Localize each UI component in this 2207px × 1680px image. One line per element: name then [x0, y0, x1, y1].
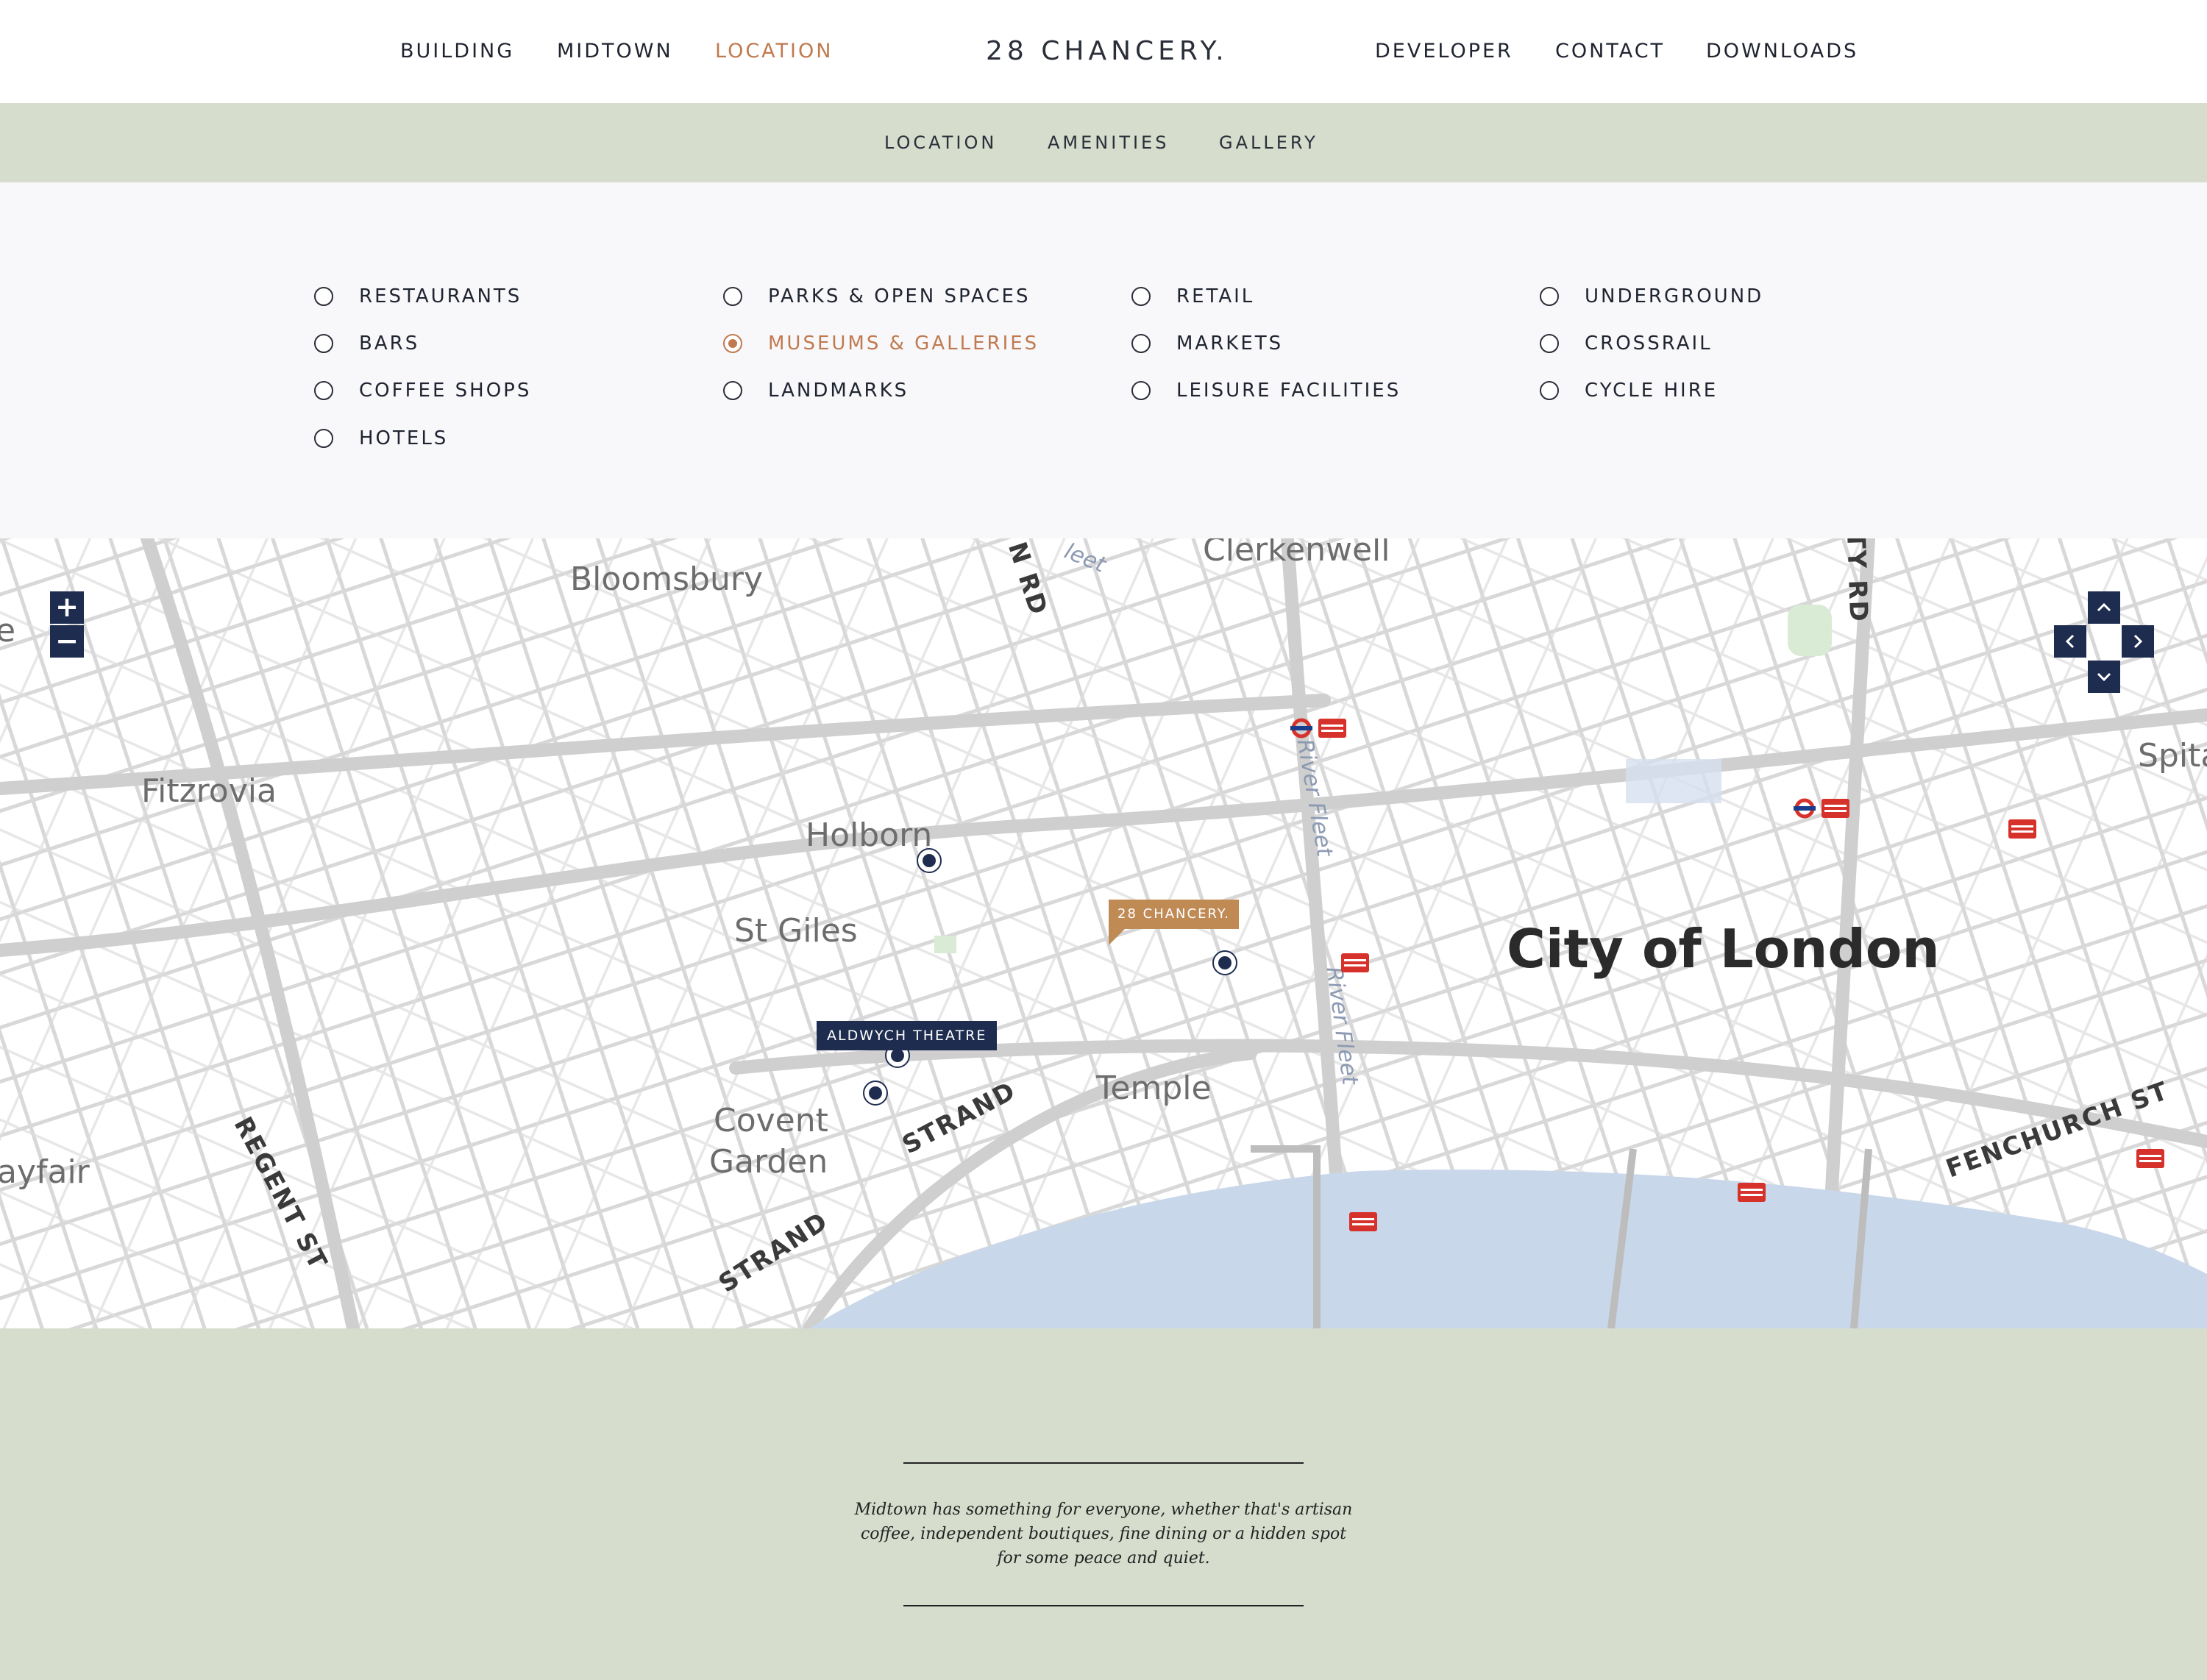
zoom-in-button[interactable]: +	[50, 591, 84, 624]
rail-icon[interactable]	[1349, 1212, 1377, 1231]
street-label: TY RD	[1841, 538, 1874, 624]
nav-building[interactable]: BUILDING	[400, 0, 514, 103]
area-label: e	[0, 612, 16, 649]
filter-restaurants[interactable]: RESTAURANTS	[314, 282, 522, 311]
filter-label: CROSSRAIL	[1585, 332, 1713, 355]
building-tag-pointer	[1109, 929, 1125, 945]
area-label: Covent	[714, 1102, 828, 1139]
filter-label: MARKETS	[1176, 332, 1284, 355]
nav-developer[interactable]: DEVELOPER	[1375, 0, 1513, 103]
filter-label: COFFEE SHOPS	[359, 380, 532, 402]
filter-underground[interactable]: UNDERGROUND	[1540, 282, 1763, 311]
pan-right-button[interactable]	[2122, 625, 2154, 658]
filter-coffee-shops[interactable]: COFFEE SHOPS	[314, 376, 531, 405]
filter-label: RETAIL	[1176, 285, 1255, 307]
radio-icon[interactable]	[314, 429, 333, 448]
chevron-right-icon	[2133, 634, 2143, 649]
divider-bottom	[903, 1605, 1304, 1606]
rail-icon[interactable]	[2136, 1149, 2164, 1168]
filter-hotels[interactable]: HOTELS	[314, 424, 448, 453]
divider-top	[903, 1462, 1304, 1464]
chevron-down-icon	[2097, 672, 2111, 682]
zoom-out-button[interactable]: −	[50, 625, 84, 658]
nav-contact[interactable]: CONTACT	[1555, 0, 1665, 103]
intro-section: Midtown has something for everyone, whet…	[0, 1328, 2207, 1680]
museum-marker[interactable]	[1212, 950, 1237, 975]
building-tag[interactable]: 28 CHANCERY.	[1109, 900, 1239, 929]
filter-markets[interactable]: MARKETS	[1131, 329, 1283, 358]
museum-marker[interactable]	[917, 848, 942, 873]
museum-marker[interactable]	[863, 1081, 888, 1106]
filter-label: MUSEUMS & GALLERIES	[768, 332, 1039, 355]
area-label: Fitzrovia	[141, 772, 277, 810]
filter-bars[interactable]: BARS	[314, 329, 419, 358]
rail-icon[interactable]	[1341, 953, 1369, 972]
area-label: Holborn	[806, 816, 933, 854]
filter-crossrail[interactable]: CROSSRAIL	[1540, 329, 1713, 358]
filter-label: PARKS & OPEN SPACES	[768, 285, 1031, 307]
radio-icon[interactable]	[1131, 381, 1151, 400]
filter-leisure[interactable]: LEISURE FACILITIES	[1131, 376, 1401, 405]
top-navigation: BUILDING MIDTOWN LOCATION 28 CHANCERY. D…	[0, 0, 2207, 103]
rail-icon[interactable]	[1318, 719, 1346, 738]
radio-icon[interactable]	[1131, 287, 1151, 306]
filter-parks[interactable]: PARKS & OPEN SPACES	[723, 282, 1030, 311]
filter-label: LANDMARKS	[768, 380, 909, 402]
filter-label: RESTAURANTS	[359, 285, 522, 307]
sub-navigation: LOCATION AMENITIES GALLERY	[0, 103, 2207, 182]
marker-tooltip: ALDWYCH THEATRE	[817, 1021, 998, 1050]
nav-location[interactable]: LOCATION	[715, 0, 833, 103]
intro-quote: Midtown has something for everyone, whet…	[854, 1501, 1353, 1567]
subnav-amenities[interactable]: AMENITIES	[1048, 103, 1169, 182]
radio-icon[interactable]	[723, 287, 742, 306]
chevron-left-icon	[2065, 634, 2075, 649]
area-label: Spita	[2138, 737, 2207, 775]
nav-downloads[interactable]: DOWNLOADS	[1706, 0, 1858, 103]
area-label: Clerkenwell	[1203, 538, 1390, 569]
radio-icon[interactable]	[723, 381, 742, 400]
radio-selected-icon[interactable]	[723, 334, 742, 353]
area-label: St Giles	[734, 912, 858, 950]
pan-down-button[interactable]	[2088, 661, 2120, 693]
filter-label: BARS	[359, 332, 420, 355]
radio-icon[interactable]	[314, 287, 333, 306]
brand-logo[interactable]: 28 CHANCERY.	[986, 0, 1229, 103]
category-filters: RESTAURANTS BARS COFFEE SHOPS HOTELS PAR…	[0, 182, 2207, 538]
filter-label: HOTELS	[359, 427, 449, 449]
area-label: Bloomsbury	[570, 560, 763, 598]
filter-label: LEISURE FACILITIES	[1176, 380, 1401, 402]
subnav-location[interactable]: LOCATION	[884, 103, 997, 182]
pan-left-button[interactable]	[2054, 625, 2086, 658]
filter-label: UNDERGROUND	[1585, 285, 1764, 307]
radio-icon[interactable]	[1131, 334, 1151, 353]
area-label: ayfair	[0, 1153, 90, 1191]
filter-landmarks[interactable]: LANDMARKS	[723, 376, 909, 405]
underground-icon[interactable]	[1794, 797, 1816, 819]
radio-icon[interactable]	[314, 334, 333, 353]
area-label: Temple	[1096, 1069, 1212, 1107]
rail-icon[interactable]	[2008, 819, 2036, 839]
radio-icon[interactable]	[1540, 381, 1559, 400]
rail-icon[interactable]	[1822, 799, 1849, 818]
chevron-up-icon	[2097, 602, 2111, 612]
filter-label: CYCLE HIRE	[1585, 380, 1719, 402]
area-label-city: City of London	[1507, 918, 1940, 980]
rail-icon[interactable]	[1738, 1183, 1766, 1202]
filter-cycle-hire[interactable]: CYCLE HIRE	[1540, 376, 1718, 405]
radio-icon[interactable]	[1540, 287, 1559, 306]
pan-up-button[interactable]	[2088, 591, 2120, 624]
filter-museums-galleries[interactable]: MUSEUMS & GALLERIES	[723, 329, 1039, 358]
radio-icon[interactable]	[1540, 334, 1559, 353]
area-label: Garden	[709, 1143, 828, 1181]
underground-icon[interactable]	[1290, 717, 1312, 739]
radio-icon[interactable]	[314, 381, 333, 400]
nav-midtown[interactable]: MIDTOWN	[557, 0, 673, 103]
location-map[interactable]: Bloomsbury Clerkenwell Fitzrovia Holborn…	[0, 538, 2207, 1328]
subnav-gallery[interactable]: GALLERY	[1219, 103, 1318, 182]
filter-retail[interactable]: RETAIL	[1131, 282, 1254, 311]
